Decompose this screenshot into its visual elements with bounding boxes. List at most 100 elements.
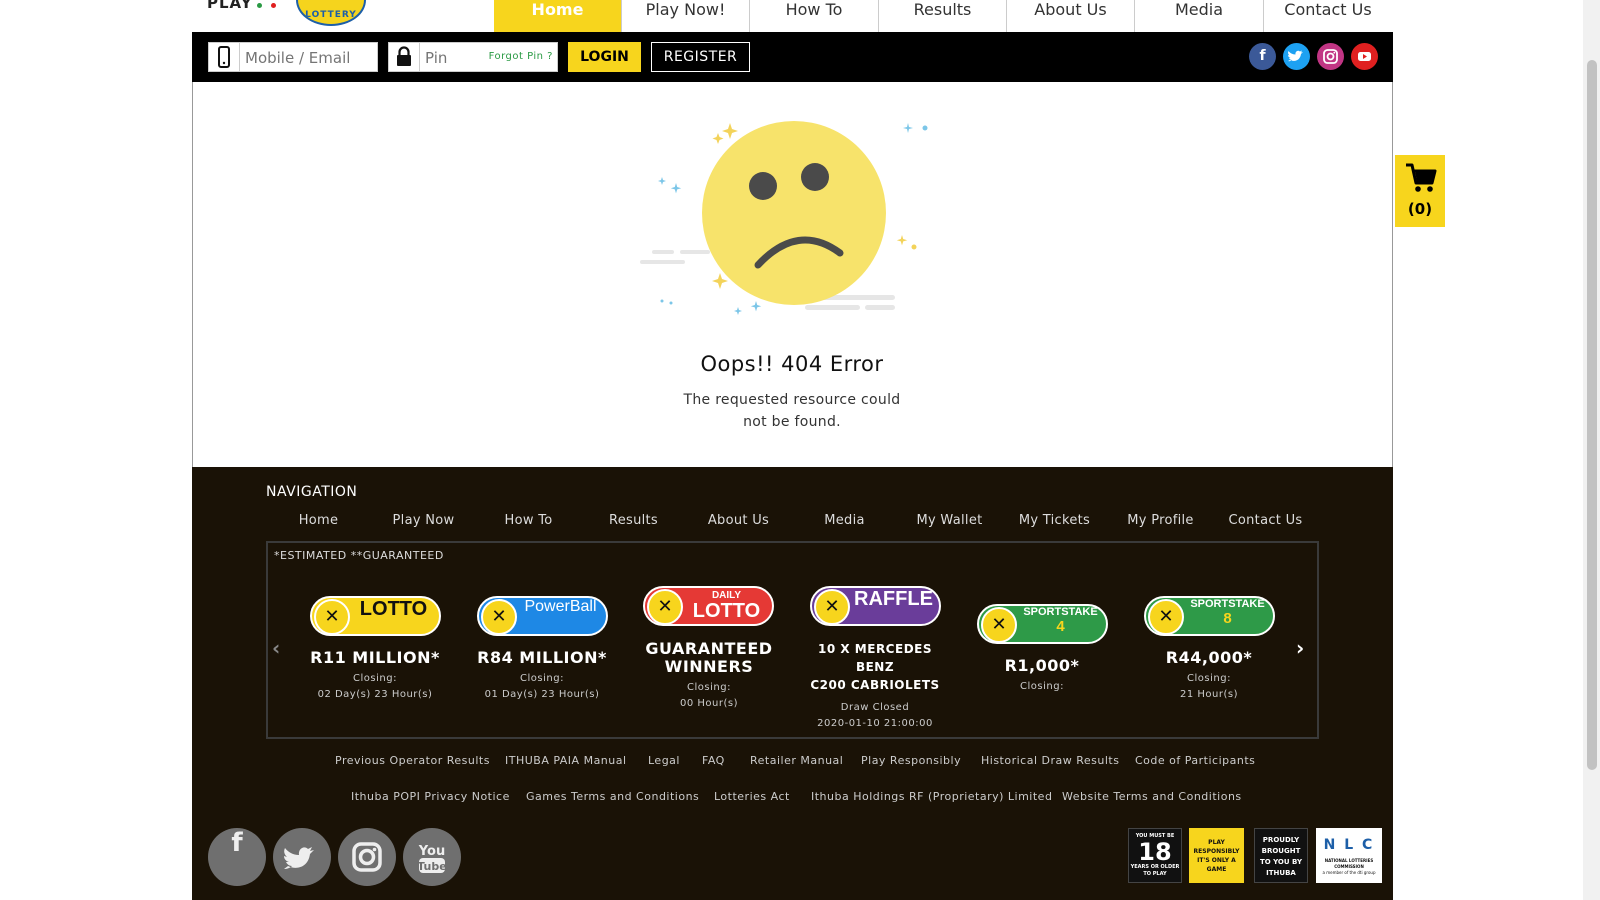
svg-text:You: You: [418, 844, 445, 859]
sportstake-4-logo[interactable]: SPORTSTAKE 4: [977, 604, 1108, 644]
sportstake-4-closing-label: Closing:: [1020, 681, 1064, 692]
footer-nav-how-to[interactable]: How To: [476, 513, 581, 528]
raffle-prize-line1: 10 X MERCEDES BENZ: [818, 642, 932, 674]
sportstake-4-jackpot: R1,000*: [1004, 656, 1080, 675]
nlc-sub: a member of the dti group: [1322, 870, 1376, 875]
footer-nav-results[interactable]: Results: [581, 513, 686, 528]
footer-youtube-icon[interactable]: You Tube: [403, 828, 461, 886]
brand-dot-green: [257, 3, 262, 8]
powerball-emblem-icon: [481, 599, 517, 635]
footer-nav-my-wallet[interactable]: My Wallet: [897, 513, 1002, 528]
estimated-note: *ESTIMATED **GUARANTEED: [274, 549, 444, 562]
link-paia-manual[interactable]: ITHUBA PAIA Manual: [505, 754, 627, 767]
powerball-card[interactable]: R84 MILLION* Closing: 01 Day(s) 23 Hour(…: [467, 648, 617, 703]
lotto-logo-label: LOTTO: [359, 598, 428, 620]
lotto-closing-label: Closing:: [353, 673, 397, 684]
facebook-icon[interactable]: f: [1249, 43, 1276, 70]
link-ithuba-holdings[interactable]: Ithuba Holdings RF (Proprietary) Limited: [811, 790, 1052, 803]
footer-nav-play-now[interactable]: Play Now: [371, 513, 476, 528]
nav-contact-us[interactable]: Contact Us: [1264, 0, 1392, 32]
brand-play-text: PLAY: [207, 0, 253, 12]
footer-facebook-icon[interactable]: f: [208, 828, 266, 886]
sportstake-8-logo[interactable]: SPORTSTAKE 8: [1144, 596, 1275, 636]
daily-lotto-logo[interactable]: DAILY LOTTO: [643, 586, 774, 626]
footer-twitter-icon[interactable]: [273, 828, 331, 886]
age-18-badge: YOU MUST BE 18 YEARS OR OLDER TO PLAY: [1128, 828, 1182, 883]
age-badge-number: 18: [1138, 838, 1172, 866]
nav-how-to[interactable]: How To: [750, 0, 879, 32]
sportstake-4-logo-label: SPORTSTAKE 4: [1021, 606, 1100, 646]
mobile-email-input[interactable]: [243, 46, 377, 70]
register-button[interactable]: REGISTER: [651, 42, 750, 72]
ithuba-badge: PROUDLY BROUGHT TO YOU BY ITHUBA: [1254, 828, 1308, 883]
sportstake-8-name: SPORTSTAKE: [1190, 598, 1265, 610]
lotto-jackpot: R11 MILLION*: [310, 648, 440, 667]
sportstake-4-card[interactable]: R1,000* Closing:: [967, 656, 1117, 695]
lotto-closing-value: 02 Day(s) 23 Hour(s): [317, 689, 433, 700]
footer-nav-contact-us[interactable]: Contact Us: [1213, 513, 1318, 528]
twitter-icon[interactable]: [1283, 43, 1310, 70]
daily-lotto-closing-label: Closing:: [687, 682, 731, 693]
link-games-terms[interactable]: Games Terms and Conditions: [526, 790, 699, 803]
nav-about-us[interactable]: About Us: [1007, 0, 1135, 32]
sad-face-illustration: [640, 121, 928, 315]
footer-nav-my-profile[interactable]: My Profile: [1108, 513, 1213, 528]
youtube-icon[interactable]: [1351, 43, 1378, 70]
carousel-prev-icon[interactable]: ‹: [272, 636, 280, 660]
instagram-icon[interactable]: [1317, 43, 1344, 70]
sportstake-8-card[interactable]: R44,000* Closing: 21 Hour(s): [1134, 648, 1284, 703]
footer-nav-my-tickets[interactable]: My Tickets: [1002, 513, 1107, 528]
footer-nav-about-us[interactable]: About Us: [686, 513, 791, 528]
carousel-next-icon[interactable]: ›: [1296, 636, 1304, 660]
daily-lotto-jackpot-line2: WINNERS: [664, 657, 754, 676]
sportstake-8-emblem-icon: [1148, 599, 1184, 635]
cart-widget[interactable]: (0): [1395, 155, 1445, 227]
link-faq[interactable]: FAQ: [702, 754, 725, 767]
raffle-emblem-icon: [814, 589, 850, 625]
powerball-closing-value: 01 Day(s) 23 Hour(s): [484, 689, 600, 700]
link-historical-draw-results[interactable]: Historical Draw Results: [981, 754, 1119, 767]
nav-media[interactable]: Media: [1135, 0, 1264, 32]
link-website-terms[interactable]: Website Terms and Conditions: [1062, 790, 1242, 803]
footer-nav-heading: NAVIGATION: [266, 484, 358, 500]
sportstake-4-number: 4: [1056, 618, 1065, 635]
powerball-closing-label: Closing:: [520, 673, 564, 684]
raffle-logo[interactable]: RAFFLE: [810, 586, 941, 626]
nav-play-now[interactable]: Play Now!: [622, 0, 750, 32]
svg-text:Tube: Tube: [417, 860, 446, 873]
daily-lotto-closing-value: 00 Hour(s): [679, 698, 738, 709]
sportstake-8-closing-label: Closing:: [1187, 673, 1231, 684]
footer-instagram-icon[interactable]: [338, 828, 396, 886]
shopping-cart-icon: [1406, 163, 1437, 192]
link-lotteries-act[interactable]: Lotteries Act: [714, 790, 790, 803]
nav-home[interactable]: Home: [494, 0, 622, 32]
link-retailer-manual[interactable]: Retailer Manual: [750, 754, 843, 767]
phone-icon: [209, 43, 240, 71]
forgot-pin-link[interactable]: Forgot Pin ?: [489, 51, 553, 62]
pin-input[interactable]: [423, 46, 487, 70]
link-popi-privacy-notice[interactable]: Ithuba POPI Privacy Notice: [351, 790, 510, 803]
link-play-responsibly[interactable]: Play Responsibly: [861, 754, 961, 767]
scrollbar-thumb[interactable]: [1587, 60, 1597, 770]
nav-results[interactable]: Results: [879, 0, 1007, 32]
footer-nav-media[interactable]: Media: [792, 513, 897, 528]
lotto-logo[interactable]: LOTTO: [310, 596, 441, 636]
games-carousel: [266, 541, 1319, 739]
powerball-logo[interactable]: PowerBall: [477, 596, 608, 636]
link-legal[interactable]: Legal: [648, 754, 680, 767]
error-title: Oops!! 404 Error: [700, 352, 884, 376]
raffle-closing-label: Draw Closed: [840, 702, 910, 713]
nlc-text: NATIONAL LOTTERIES COMMISSION: [1324, 858, 1374, 869]
powerball-jackpot: R84 MILLION*: [477, 648, 607, 667]
daily-lotto-card[interactable]: GUARANTEED WINNERS Closing: 00 Hour(s): [634, 640, 784, 712]
link-code-of-participants[interactable]: Code of Participants: [1135, 754, 1255, 767]
link-previous-operator-results[interactable]: Previous Operator Results: [335, 754, 490, 767]
login-button[interactable]: LOGIN: [568, 42, 641, 72]
nlc-badge: N L C NATIONAL LOTTERIES COMMISSION a me…: [1316, 828, 1382, 883]
age-badge-bottom: YEARS OR OLDER TO PLAY: [1130, 864, 1180, 877]
lotto-card[interactable]: R11 MILLION* Closing: 02 Day(s) 23 Hour(…: [300, 648, 450, 703]
mobile-email-field-wrap: [208, 42, 378, 72]
raffle-card[interactable]: 10 X MERCEDES BENZ C200 CABRIOLETS Draw …: [800, 640, 950, 732]
footer-nav-home[interactable]: Home: [266, 513, 371, 528]
play-responsibly-badge: PLAY RESPONSIBLY IT'S ONLY A GAME: [1189, 828, 1244, 883]
